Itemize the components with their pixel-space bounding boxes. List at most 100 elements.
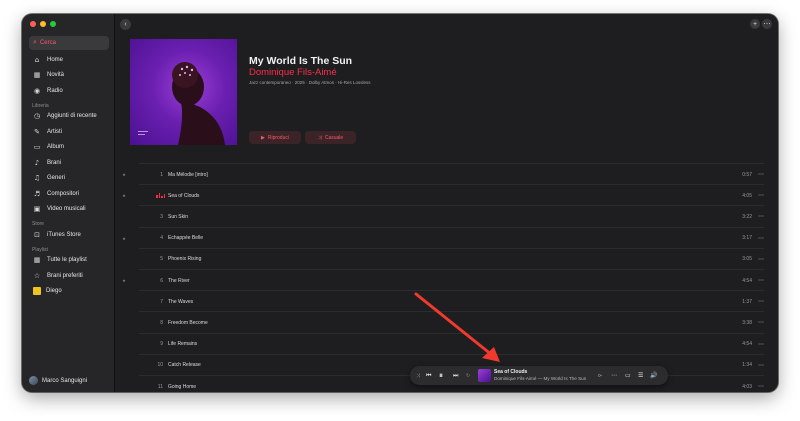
track-more-options-icon[interactable]: ⋯ [758, 235, 764, 242]
track-number: 10 [157, 362, 163, 369]
volume-icon[interactable]: 🔊 [650, 372, 657, 379]
airplay-icon[interactable]: ⊳ [598, 373, 602, 379]
now-playing-artwork[interactable] [478, 369, 491, 382]
now-playing-subtitle: Dominique Fils-Aimé — My World Is The Su… [494, 376, 587, 381]
track-row[interactable]: ★ Sea of Clouds 4:05 ⋯ [122, 184, 764, 206]
sidebar: ⌕ Cerca ⌂ Home ▦ Novità ◉ Radio Libreria… [22, 14, 115, 392]
track-number: 8 [160, 319, 163, 326]
sidebar-item-label: Home [47, 56, 64, 63]
track-number: 7 [160, 298, 163, 305]
repeat-toggle-icon[interactable]: ↻ [466, 373, 470, 379]
track-more-options-icon[interactable]: ⋯ [758, 341, 764, 348]
track-more-options-icon[interactable]: ⋯ [758, 277, 764, 284]
track-row[interactable]: ★ 1 Ma Mélodie [intro] 0:57 ⋯ [122, 163, 764, 185]
back-button[interactable]: ‹ [120, 19, 131, 30]
track-more-options-icon[interactable]: ⋯ [758, 383, 764, 390]
track-row[interactable]: ★ 4 Echappée Belle 3:17 ⋯ [122, 226, 764, 249]
user-account[interactable]: Marco Sanguigni [29, 376, 87, 385]
sidebar-item-recent[interactable]: ◷ Aggiunti di recente [29, 109, 111, 125]
track-row[interactable]: 5 Phoenix Rising 3:05 ⋯ [139, 247, 764, 270]
minimize-window-button[interactable] [40, 21, 46, 27]
track-more-options-icon[interactable]: ⋯ [758, 192, 764, 199]
album-meta: Jazz contemporaneo · 2025 · Dolby Atmos … [249, 80, 371, 85]
composer-icon: ♬ [33, 189, 41, 198]
sidebar-item-favorites[interactable]: ☆ Brani preferiti [29, 268, 111, 284]
now-playing-equalizer-icon [156, 193, 165, 199]
track-title: Life Remains [168, 341, 198, 348]
track-more-options-icon[interactable]: ⋯ [758, 213, 764, 220]
favorite-star-icon: ★ [122, 172, 126, 177]
sidebar-item-all-playlists[interactable]: ▦ Tutte le playlist [29, 253, 111, 269]
track-more-options-icon[interactable]: ⋯ [758, 362, 764, 369]
sidebar-item-albums[interactable]: ▭ Album [29, 140, 111, 156]
search-field[interactable]: ⌕ Cerca [29, 36, 109, 50]
track-title: Echappée Belle [168, 235, 204, 242]
store-icon: ⊡ [34, 230, 40, 239]
track-row[interactable]: 7 The Waves 1:37 ⋯ [139, 290, 764, 312]
sidebar-item-diego[interactable]: Diego [29, 284, 111, 300]
sidebar-item-songs[interactable]: ♪ Brani [29, 155, 111, 171]
grid-icon: ▦ [33, 71, 41, 80]
track-duration: 4:05 [742, 192, 752, 199]
play-button[interactable]: ▶ Riproduci [249, 131, 301, 144]
track-duration: 1:37 [742, 298, 752, 305]
album-artist-link[interactable]: Dominique Fils-Aimé [249, 67, 337, 78]
track-more-options-icon[interactable]: ⋯ [758, 171, 764, 178]
queue-icon[interactable]: ☰ [638, 372, 643, 379]
close-window-button[interactable] [30, 21, 36, 27]
search-icon: ⌕ [33, 39, 37, 46]
track-number: 11 [157, 383, 163, 390]
track-number: 9 [160, 341, 163, 348]
track-duration: 3:22 [742, 213, 752, 220]
track-more-options-icon[interactable]: ⋯ [758, 319, 764, 326]
main-content: ‹ + ⋯ My World Is The Sun Dominique Fils… [115, 14, 778, 392]
more-options-button[interactable]: ⋯ [762, 19, 772, 29]
sidebar-item-home[interactable]: ⌂ Home [29, 52, 111, 68]
track-duration: 3:38 [742, 319, 752, 326]
chevron-left-icon: ‹ [124, 21, 127, 28]
track-row[interactable]: 8 Freedom Become 3:38 ⋯ [139, 311, 764, 333]
shuffle-toggle-icon[interactable]: ⤨ [416, 373, 420, 379]
shuffle-button[interactable]: ⤨ Casuale [305, 131, 356, 144]
track-row[interactable]: ★ 6 The River 4:54 ⋯ [122, 269, 764, 291]
track-more-options-icon[interactable]: ⋯ [758, 256, 764, 263]
favorite-star-icon: ★ [122, 235, 126, 241]
sidebar-item-videos[interactable]: ▣ Video musicali [29, 202, 111, 218]
sidebar-item-itunes-store[interactable]: ⊡ iTunes Store [29, 227, 111, 243]
track-title: Going Home [168, 383, 197, 390]
sidebar-item-label: Aggiunti di recente [47, 113, 97, 120]
pause-button[interactable]: ⏸ [439, 371, 443, 381]
track-number: 6 [160, 277, 163, 284]
previous-button[interactable]: ⏮ [426, 372, 431, 380]
add-button[interactable]: + [750, 19, 760, 29]
sidebar-item-genres[interactable]: ♫ Generi [29, 171, 111, 187]
track-duration: 4:03 [742, 383, 752, 390]
next-button[interactable]: ⏭ [453, 372, 458, 380]
track-row[interactable]: 3 Sun Skin 3:22 ⋯ [139, 205, 764, 227]
lyrics-icon[interactable]: ▭ [625, 372, 631, 379]
clock-icon: ◷ [33, 112, 41, 121]
track-title: Sea of Clouds [168, 192, 200, 199]
album-artwork-image [138, 62, 225, 145]
track-more-options-icon[interactable]: ⋯ [758, 298, 764, 305]
shuffle-icon: ⤨ [317, 134, 322, 141]
sidebar-item-new[interactable]: ▦ Novità [29, 68, 111, 84]
microphone-icon: ✎ [34, 127, 40, 136]
sidebar-item-label: Generi [47, 175, 66, 182]
search-label: Cerca [39, 40, 56, 46]
track-title: Catch Release [168, 362, 201, 369]
track-row[interactable]: 9 Life Remains 4:54 ⋯ [139, 332, 764, 355]
track-number: 3 [160, 213, 163, 220]
favorite-star-icon: ★ [122, 278, 126, 283]
track-number: 5 [160, 256, 163, 263]
note-icon: ♪ [34, 158, 40, 167]
sidebar-item-label: Novità [47, 72, 65, 79]
zoom-window-button[interactable] [50, 21, 56, 27]
sidebar-item-composers[interactable]: ♬ Compositori [29, 186, 111, 202]
more-options-icon[interactable]: ⋯ [611, 372, 617, 379]
genres-icon: ♫ [33, 174, 41, 183]
sidebar-item-artists[interactable]: ✎ Artisti [29, 124, 111, 140]
sidebar-item-radio[interactable]: ◉ Radio [29, 83, 111, 99]
track-title: The Waves [168, 298, 194, 305]
track-title: The River [168, 277, 190, 284]
